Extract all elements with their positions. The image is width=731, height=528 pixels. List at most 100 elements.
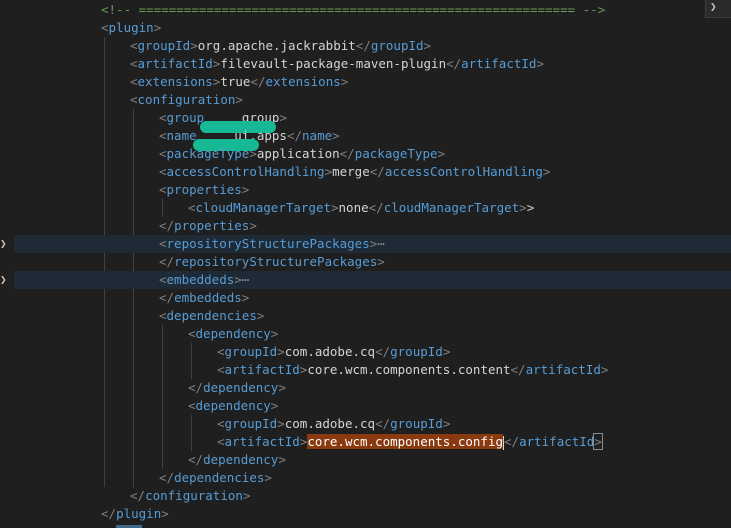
code-token: repositoryStructurePackages	[174, 254, 378, 269]
code-token: groupId	[224, 416, 278, 431]
code-token: >	[593, 433, 603, 450]
fold-chevron-icon[interactable]: ❯	[0, 238, 10, 249]
code-token: artifactId	[461, 56, 537, 71]
code-token: >	[526, 200, 535, 215]
code-line[interactable]: <groupId>com.adobe.cq</groupId>	[14, 343, 731, 361]
code-token: packageType	[166, 146, 250, 161]
code-line[interactable]: </dependency>	[14, 451, 731, 469]
code-line[interactable]: <plugin>	[14, 19, 731, 37]
code-token: embeddeds	[174, 290, 242, 305]
code-line[interactable]: <group group>	[14, 109, 731, 133]
code-token: >	[270, 326, 279, 341]
line-content: </configuration>	[130, 487, 250, 505]
code-token: </	[369, 164, 385, 179]
code-line[interactable]: </dependency>	[14, 379, 731, 397]
code-line[interactable]: </configuration>	[14, 487, 731, 505]
code-token: core.wcm.components.content	[307, 362, 511, 377]
code-token: cloudManagerTarget	[383, 200, 520, 215]
code-token: filevault-package-maven-plugin	[220, 56, 447, 71]
code-token: artifactId	[519, 434, 595, 449]
code-token: </	[286, 128, 303, 143]
code-line[interactable]: </repositoryStructurePackages>	[14, 253, 731, 271]
line-content: <groupId>com.adobe.cq</groupId>	[217, 343, 450, 361]
code-token: >	[377, 254, 385, 269]
code-line[interactable]: <artifactId>filevault-package-maven-plug…	[14, 55, 731, 73]
code-token: >	[256, 308, 265, 323]
next-line-fragment	[116, 521, 156, 528]
folded-ellipsis[interactable]: ⋯	[242, 272, 250, 287]
code-token: >	[234, 272, 242, 287]
code-token: >	[277, 416, 285, 431]
code-token: dependency	[203, 452, 279, 467]
code-token: none	[338, 200, 369, 215]
code-line[interactable]: <dependencies>	[14, 307, 731, 325]
code-token: >	[442, 344, 451, 359]
line-content: </repositoryStructurePackages>	[159, 253, 385, 271]
code-token: </	[188, 452, 204, 467]
code-token: <	[188, 200, 196, 215]
code-token: >	[270, 398, 279, 413]
line-content: <group group>	[159, 109, 287, 133]
code-line[interactable]: <properties>	[14, 181, 731, 199]
line-content: </dependency>	[188, 379, 286, 397]
code-token: </	[339, 146, 355, 161]
code-token: >	[242, 488, 251, 503]
code-token: artifactId	[224, 434, 300, 449]
code-token: >	[279, 110, 287, 125]
line-content: <artifactId>core.wcm.components.content<…	[217, 361, 608, 379]
code-line[interactable]: <!-- ===================================…	[14, 1, 731, 19]
code-line[interactable]: <repositoryStructurePackages>⋯	[14, 235, 731, 253]
code-token: <	[159, 182, 167, 197]
code-token: >	[249, 146, 257, 161]
code-token: </	[375, 344, 391, 359]
code-token: name	[166, 128, 197, 143]
code-token: dependencies	[174, 470, 265, 485]
code-token: <	[130, 56, 138, 71]
code-token: >	[442, 416, 451, 431]
code-line[interactable]: <groupId>org.apache.jackrabbit</groupId>	[14, 37, 731, 55]
code-line[interactable]: <artifactId>core.wcm.components.config</…	[14, 433, 731, 451]
code-token: <	[159, 146, 167, 161]
code-token: dependency	[203, 380, 279, 395]
code-line[interactable]: <extensions>true</extensions>	[14, 73, 731, 91]
fold-chevron-icon[interactable]: ❯	[0, 274, 10, 285]
code-token: configuration	[137, 92, 236, 107]
line-content: <repositoryStructurePackages>⋯	[159, 235, 385, 253]
code-token: <	[217, 362, 225, 377]
code-token: >	[542, 164, 551, 179]
code-token: group	[166, 110, 205, 125]
code-token: </	[250, 74, 266, 89]
code-line[interactable]: <dependency>	[14, 397, 731, 415]
code-line[interactable]: <name ui.apps</name>	[14, 127, 731, 151]
code-token: accessControlHandling	[384, 164, 543, 179]
code-line[interactable]: <cloudManagerTarget>none</cloudManagerTa…	[14, 199, 731, 217]
code-token: properties	[166, 182, 242, 197]
code-token: artifactId	[525, 362, 601, 377]
code-token: properties	[174, 218, 250, 233]
code-token: <	[130, 38, 138, 53]
code-token: >	[153, 20, 162, 35]
code-token: >	[264, 470, 272, 485]
code-token: name	[302, 128, 333, 143]
code-line[interactable]: <packageType>application</packageType>	[14, 145, 731, 163]
code-line[interactable]: </dependencies>	[14, 469, 731, 487]
code-line[interactable]: <configuration>	[14, 91, 731, 109]
code-line[interactable]: <groupId>com.adobe.cq</groupId>	[14, 415, 731, 433]
code-line[interactable]: </properties>	[14, 217, 731, 235]
line-content: <accessControlHandling>merge</accessCont…	[159, 163, 550, 181]
code-line[interactable]: <accessControlHandling>merge</accessCont…	[14, 163, 731, 181]
chevron-right-icon[interactable]: ❯	[705, 0, 731, 18]
code-token: com.adobe.cq	[284, 416, 376, 431]
code-token: >	[277, 344, 285, 359]
code-line[interactable]: </embeddeds>	[14, 289, 731, 307]
code-line[interactable]: <dependency>	[14, 325, 731, 343]
line-content: <plugin>	[101, 19, 161, 37]
folded-ellipsis[interactable]: ⋯	[377, 236, 385, 251]
line-content: <dependency>	[188, 397, 278, 415]
code-editor[interactable]: ❯ ❯ <!-- ================================…	[0, 0, 731, 528]
code-token: groupId	[137, 38, 191, 53]
code-line[interactable]: <artifactId>core.wcm.components.content<…	[14, 361, 731, 379]
code-line[interactable]: <embeddeds>⋯	[14, 271, 731, 289]
code-token: <	[159, 308, 167, 323]
code-token: >	[190, 38, 198, 53]
